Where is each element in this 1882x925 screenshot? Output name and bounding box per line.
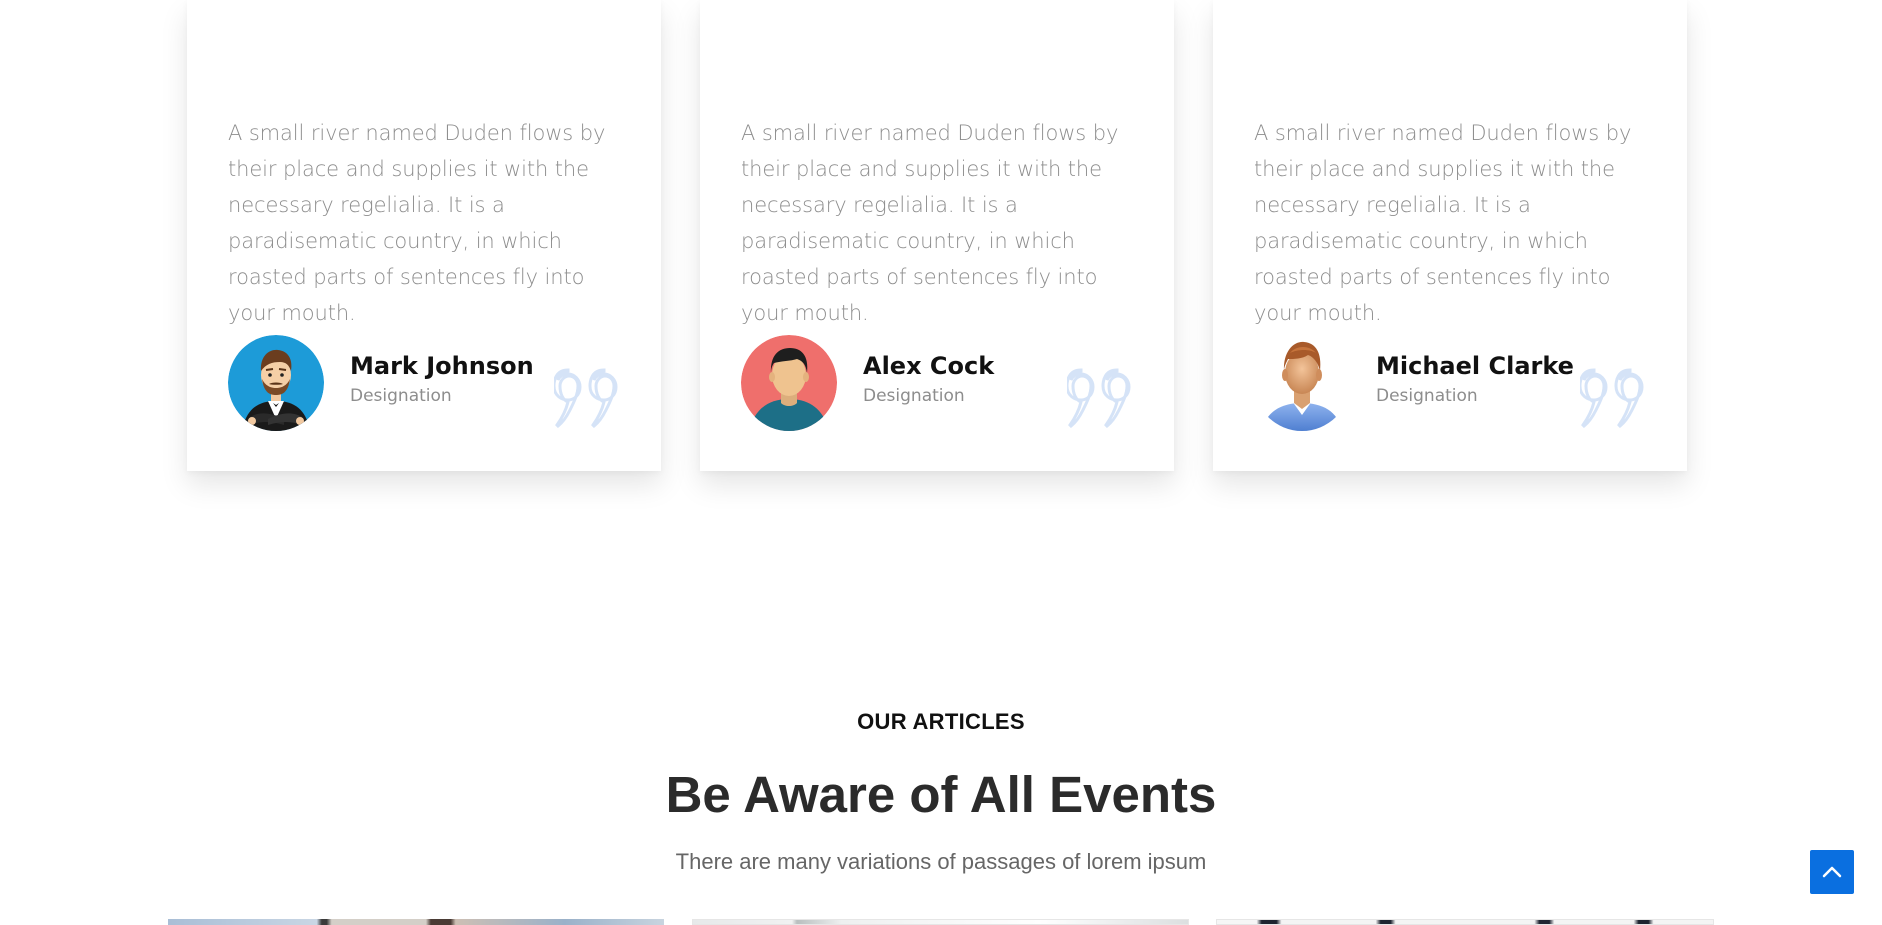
testimonial-card: A small river named Duden flows by their… bbox=[187, 0, 661, 471]
testimonial-card: A small river named Duden flows by their… bbox=[700, 0, 1174, 471]
page: A small river named Duden flows by their… bbox=[0, 0, 1882, 925]
testimonial-text: A small river named Duden flows by their… bbox=[1254, 121, 1632, 325]
testimonial-designation: Designation bbox=[350, 386, 452, 406]
man-flat-avatar-icon bbox=[741, 335, 837, 431]
section-title: Be Aware of All Events bbox=[665, 766, 1217, 823]
article-thumbnail[interactable] bbox=[1216, 919, 1714, 925]
avatar bbox=[741, 335, 837, 431]
article-thumbnail[interactable] bbox=[692, 919, 1189, 925]
man-3d-avatar-icon bbox=[1262, 341, 1342, 431]
testimonial-text: A small river named Duden flows by their… bbox=[228, 121, 606, 325]
testimonial-designation: Designation bbox=[863, 386, 965, 406]
testimonial-designation: Designation bbox=[1376, 386, 1478, 406]
quote-icon bbox=[1580, 368, 1644, 428]
back-to-top-button[interactable] bbox=[1810, 850, 1854, 894]
avatar bbox=[1254, 335, 1350, 431]
quote-icon bbox=[554, 368, 618, 428]
testimonial-name: Michael Clarke bbox=[1376, 352, 1574, 380]
chevron-up-icon bbox=[1822, 866, 1842, 878]
testimonial-name: Alex Cock bbox=[863, 352, 995, 380]
article-thumbnail[interactable] bbox=[168, 919, 664, 925]
testimonials-section: A small river named Duden flows by their… bbox=[187, 0, 1687, 472]
testimonial-card: A small river named Duden flows by their… bbox=[1213, 0, 1687, 471]
businessman-cartoon-avatar-icon bbox=[228, 335, 324, 431]
quote-icon bbox=[1067, 368, 1131, 428]
avatar bbox=[228, 335, 324, 431]
section-subtitle: There are many variations of passages of… bbox=[675, 849, 1207, 874]
section-kicker: OUR ARTICLES bbox=[857, 709, 1025, 734]
testimonial-name: Mark Johnson bbox=[350, 352, 534, 380]
testimonial-text: A small river named Duden flows by their… bbox=[741, 121, 1119, 325]
